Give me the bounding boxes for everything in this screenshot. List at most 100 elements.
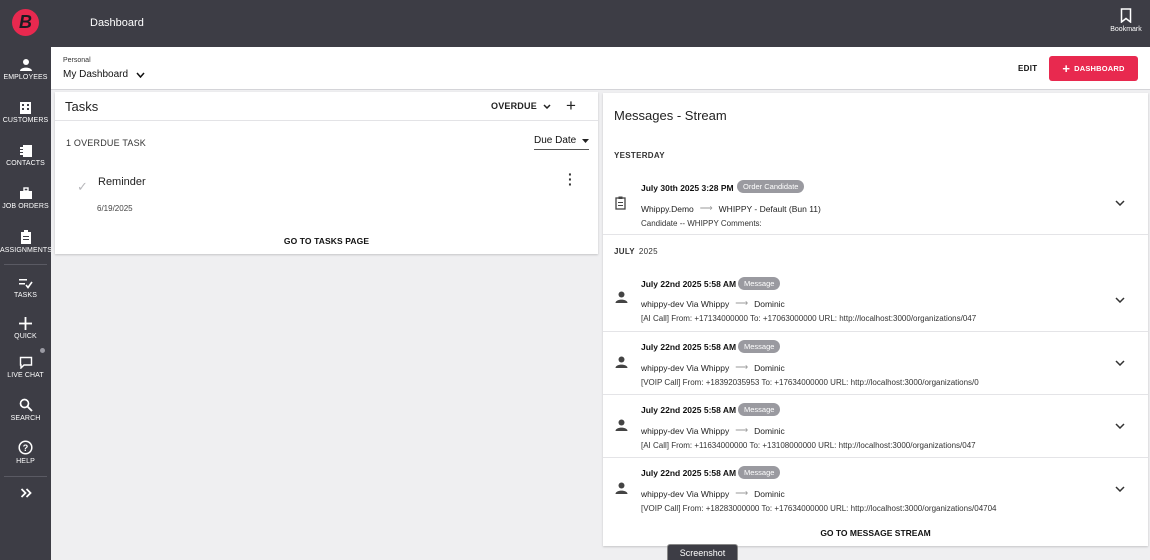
messages-card: Messages - Stream YESTERDAY July 30th 20… [603, 93, 1148, 546]
sidebar-item-label: CUSTOMERS [2, 117, 49, 124]
message-route: whippy-dev Via Whippy ⟶ Dominic [641, 298, 785, 309]
sidebar-item-label: LIVE CHAT [7, 372, 44, 379]
person-icon [615, 291, 628, 303]
bookmark-button[interactable]: Bookmark [1108, 8, 1144, 33]
add-dashboard-label: DASHBOARD [1074, 64, 1125, 73]
arrow-right-icon: ⟶ [699, 203, 713, 213]
dashboard-category: Personal [63, 57, 91, 64]
edit-button[interactable]: EDIT [1018, 64, 1037, 73]
section-label-yesterday: YESTERDAY [614, 151, 665, 160]
message-route: whippy-dev Via Whippy ⟶ Dominic [641, 488, 785, 499]
briefcase-icon [19, 187, 32, 199]
add-dashboard-button[interactable]: + DASHBOARD [1049, 56, 1138, 81]
sidebar-item-live-chat[interactable]: LIVE CHAT [0, 356, 51, 379]
overdue-count: 1 OVERDUE TASK [66, 138, 146, 148]
sidebar-item-label: EMPLOYEES [3, 74, 48, 81]
bookmark-label: Bookmark [1110, 26, 1142, 33]
message-body: [AI Call] From: +11634000000 To: +131080… [641, 441, 976, 450]
chevron-down-icon [136, 72, 145, 78]
task-more-menu-icon[interactable]: · · · [568, 167, 573, 191]
chevron-down-icon[interactable] [1115, 423, 1125, 429]
message-item[interactable]: July 30th 2025 3:28 PM Order Candidate W… [603, 175, 1148, 235]
sidebar-item-assignments[interactable]: ASSIGNMENTS [0, 230, 51, 254]
message-route: whippy-dev Via Whippy ⟶ Dominic [641, 425, 785, 436]
message-body: [VOIP Call] From: +18283000000 To: +1763… [641, 504, 997, 513]
messages-title: Messages - Stream [614, 108, 727, 123]
chevron-down-icon[interactable] [1115, 297, 1125, 303]
message-route: whippy-dev Via Whippy ⟶ Dominic [641, 362, 785, 373]
page-title: Dashboard [90, 17, 144, 29]
message-date: July 30th 2025 3:28 PM [641, 183, 734, 193]
tasks-filter-select[interactable]: OVERDUE [491, 101, 551, 111]
message-from: whippy-dev Via Whippy [641, 488, 730, 499]
message-date: July 22nd 2025 5:58 AM [641, 279, 737, 289]
chevron-down-icon[interactable] [1115, 360, 1125, 366]
sidebar-item-help[interactable]: ? HELP [0, 440, 51, 465]
sidebar-item-job-orders[interactable]: JOB ORDERS [0, 187, 51, 210]
person-icon [615, 356, 628, 368]
dashboard-select[interactable]: My Dashboard [63, 69, 145, 80]
plus-icon [19, 317, 32, 330]
tasks-title: Tasks [65, 99, 99, 114]
message-type-badge: Message [738, 277, 781, 290]
add-task-button[interactable]: + [566, 96, 576, 116]
person-icon [615, 419, 628, 431]
arrow-right-icon: ⟶ [735, 298, 749, 308]
tasks-filter-value: OVERDUE [491, 101, 537, 111]
sidebar-item-label: QUICK [14, 333, 37, 340]
sidebar-expand-button[interactable] [0, 487, 51, 499]
sidebar: B EMPLOYEES CUSTOMERS CONTACTS JOB ORDER… [0, 0, 51, 560]
message-item[interactable]: July 22nd 2025 5:58 AM Message whippy-de… [603, 332, 1148, 395]
message-type-badge: Order Candidate [737, 180, 805, 193]
checklist-icon [19, 279, 33, 289]
message-to: Dominic [754, 425, 785, 436]
clipboard-icon [20, 230, 31, 244]
building-icon [20, 102, 31, 114]
sidebar-item-tasks[interactable]: TASKS [0, 277, 51, 299]
task-complete-checkmark[interactable]: ✓ [77, 179, 88, 195]
task-due-date: 6/19/2025 [97, 204, 133, 213]
sidebar-item-quick[interactable]: QUICK [0, 317, 51, 340]
arrow-right-icon: ⟶ [735, 362, 749, 372]
message-type-badge: Message [738, 466, 781, 479]
message-item[interactable]: July 22nd 2025 5:58 AM Message whippy-de… [603, 458, 1148, 521]
message-date: July 22nd 2025 5:58 AM [641, 468, 737, 478]
message-type-badge: Message [738, 340, 781, 353]
person-icon [19, 59, 32, 71]
search-icon [19, 398, 33, 412]
sidebar-item-customers[interactable]: CUSTOMERS [0, 101, 51, 124]
chevron-down-icon [543, 103, 551, 109]
sort-select[interactable]: Due Date [534, 135, 590, 150]
chevron-down-icon[interactable] [1115, 200, 1125, 206]
svg-text:?: ? [23, 443, 29, 453]
tasks-card: Tasks OVERDUE + 1 OVERDUE TASK Due Date … [55, 92, 598, 254]
sidebar-item-employees[interactable]: EMPLOYEES [0, 58, 51, 81]
top-bar: Dashboard Bookmark [51, 0, 1150, 47]
sidebar-item-contacts[interactable]: CONTACTS [0, 144, 51, 167]
double-chevron-right-icon [20, 488, 32, 498]
screenshot-tab[interactable]: Screenshot [667, 544, 738, 560]
arrow-right-icon: ⟶ [735, 488, 749, 498]
message-to: Dominic [754, 488, 785, 499]
task-name[interactable]: Reminder [98, 176, 146, 188]
chevron-down-icon[interactable] [1115, 486, 1125, 492]
message-from: whippy-dev Via Whippy [641, 425, 730, 436]
message-item[interactable]: July 22nd 2025 5:58 AM Message whippy-de… [603, 269, 1148, 332]
sidebar-item-label: HELP [16, 458, 35, 465]
message-route: Whippy.Demo ⟶ WHIPPY - Default (Bun 11) [641, 203, 821, 214]
sidebar-item-search[interactable]: SEARCH [0, 398, 51, 422]
app-logo[interactable]: B [12, 9, 39, 36]
plus-icon: + [1062, 60, 1071, 76]
sidebar-item-label: JOB ORDERS [2, 203, 49, 210]
message-item[interactable]: July 22nd 2025 5:58 AM Message whippy-de… [603, 395, 1148, 458]
message-body: [AI Call] From: +17134000000 To: +170630… [641, 314, 977, 323]
chat-icon [19, 356, 32, 369]
sidebar-item-label: TASKS [14, 292, 37, 299]
go-to-tasks-link[interactable]: GO TO TASKS PAGE [55, 236, 598, 246]
message-from: Whippy.Demo [641, 203, 694, 214]
dashboard-header: Personal My Dashboard EDIT + DASHBOARD [51, 47, 1150, 90]
tasks-card-header: Tasks OVERDUE + [55, 92, 598, 121]
message-from: whippy-dev Via Whippy [641, 362, 730, 373]
sidebar-item-label: SEARCH [10, 415, 41, 422]
go-to-message-stream-link[interactable]: GO TO MESSAGE STREAM [603, 528, 1148, 538]
